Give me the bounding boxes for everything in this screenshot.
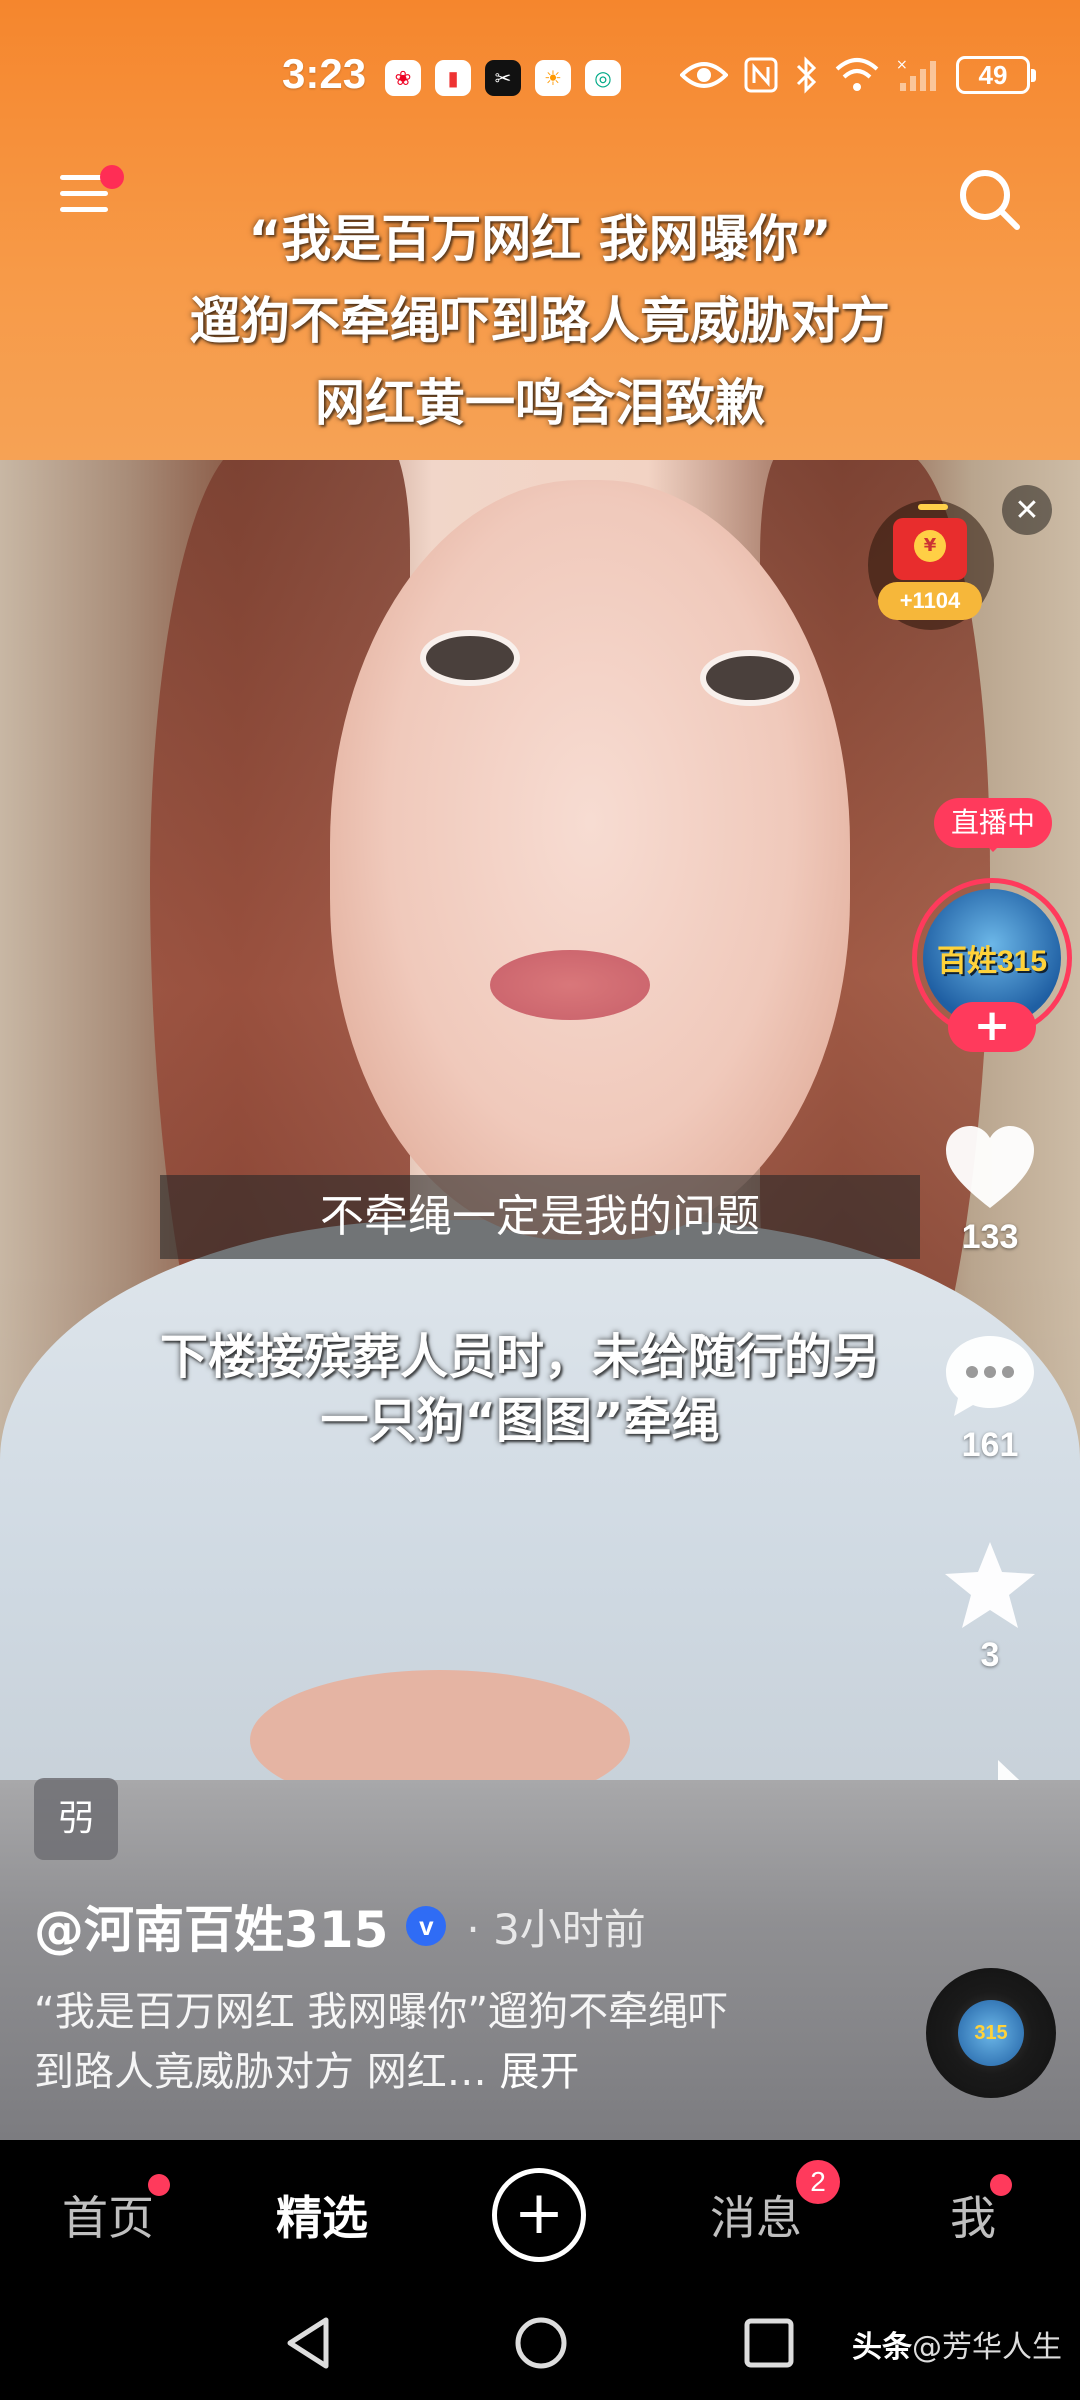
create-post-button[interactable]: + bbox=[492, 2168, 586, 2262]
nfc-icon bbox=[744, 57, 778, 93]
headline: “我是百万网红 我网曝你” 遛狗不牵绳吓到路人竟威胁对方 网红黄一鸣含泪致歉 bbox=[0, 198, 1080, 444]
expand-link[interactable]: 展开 bbox=[499, 2049, 579, 2095]
reward-progress-arc bbox=[918, 504, 948, 510]
description-text: “我是百万网红 我网曝你”遛狗不牵绳吓到路人竟威胁对方 网红… bbox=[34, 1989, 729, 2095]
back-icon[interactable] bbox=[284, 2316, 334, 2370]
tab-featured[interactable]: 精选 bbox=[276, 2182, 368, 2248]
headline-line: “我是百万网红 我网曝你” bbox=[248, 210, 832, 268]
video-description[interactable]: “我是百万网红 我网曝你”遛狗不牵绳吓到路人竟威胁对方 网红… 展开 bbox=[34, 1982, 754, 2102]
comment-icon bbox=[946, 1336, 1034, 1416]
video-figure-eye bbox=[420, 630, 520, 686]
bluetooth-icon bbox=[796, 56, 817, 94]
reward-amount: +1104 bbox=[878, 582, 982, 620]
eye-icon bbox=[680, 62, 728, 88]
comment-count: 161 bbox=[961, 1426, 1019, 1464]
system-icons: × 49 bbox=[680, 56, 1036, 94]
home-circle-icon[interactable] bbox=[514, 2316, 568, 2370]
video-subtitle: 不牵绳一定是我的问题 bbox=[160, 1175, 920, 1259]
author-name[interactable]: @河南百姓315 bbox=[34, 1890, 388, 1962]
menu-line bbox=[60, 191, 108, 196]
messages-badge: 2 bbox=[796, 2160, 840, 2204]
follow-button[interactable]: + bbox=[948, 1002, 1036, 1052]
heart-icon bbox=[946, 1126, 1034, 1208]
paint-icon: ▮ bbox=[435, 60, 471, 96]
caption-line: 一只狗“图图”牵绳 bbox=[320, 1393, 720, 1449]
comment-button[interactable]: 161 bbox=[930, 1332, 1050, 1465]
content-tag[interactable]: 弜 bbox=[34, 1778, 118, 1860]
like-count: 133 bbox=[961, 1218, 1019, 1256]
close-red-packet-button[interactable]: ✕ bbox=[1002, 485, 1052, 535]
star-icon bbox=[945, 1542, 1035, 1628]
headline-line: 网红黄一鸣含泪致歉 bbox=[315, 374, 765, 432]
china-mobile-icon: ◎ bbox=[585, 60, 621, 96]
coin-icon: ¥ bbox=[914, 530, 946, 562]
video-player[interactable] bbox=[0, 460, 1080, 1780]
svg-text:×: × bbox=[896, 57, 908, 73]
huawei-icon: ❀ bbox=[385, 60, 421, 96]
video-figure-eye bbox=[700, 650, 800, 706]
status-time: 3:23 bbox=[282, 50, 367, 97]
favorite-count: 3 bbox=[980, 1636, 1000, 1674]
caption-line: 下楼接殡葬人员时，未给随行的另 bbox=[159, 1329, 880, 1385]
wifi-icon bbox=[835, 58, 879, 91]
author-line: @河南百姓315 v · 3小时前 bbox=[34, 1890, 646, 1962]
favorite-button[interactable]: 3 bbox=[930, 1540, 1050, 1675]
notification-icons: ❀ ▮ ✂ ☀ ◎ bbox=[385, 60, 621, 96]
watermark-brand: 头条 bbox=[852, 2330, 912, 2365]
like-button[interactable]: 133 bbox=[930, 1124, 1050, 1257]
music-disc-logo: 315 bbox=[958, 2000, 1024, 2066]
home-notification-dot bbox=[148, 2174, 170, 2196]
source-watermark: 头条@芳华人生 bbox=[852, 2322, 1062, 2366]
watermark-author: @芳华人生 bbox=[912, 2330, 1062, 2365]
recents-square-icon[interactable] bbox=[744, 2318, 794, 2368]
signal-icon: × bbox=[896, 57, 936, 91]
status-bar: 3:23 ❀ ▮ ✂ ☀ ◎ × 49 bbox=[0, 50, 1080, 110]
music-disc[interactable]: 315 bbox=[926, 1968, 1056, 2098]
battery-indicator: 49 bbox=[956, 56, 1036, 94]
red-packet-reward[interactable]: ¥ +1104 bbox=[868, 500, 994, 630]
tab-messages[interactable]: 消息 bbox=[710, 2182, 802, 2248]
live-badge[interactable]: 直播中 bbox=[934, 798, 1052, 852]
capcut-icon: ✂ bbox=[485, 60, 521, 96]
video-caption: 下楼接殡葬人员时，未给随行的另 一只狗“图图”牵绳 bbox=[100, 1325, 940, 1453]
post-time: · 3小时前 bbox=[466, 1904, 646, 1954]
video-figure-mouth bbox=[490, 950, 650, 1020]
verified-badge-icon: v bbox=[406, 1906, 447, 1946]
tab-me[interactable]: 我 bbox=[950, 2182, 996, 2248]
weather-icon: ☀ bbox=[535, 60, 571, 96]
video-figure-face bbox=[330, 480, 850, 1240]
menu-notification-dot bbox=[100, 165, 124, 189]
tab-home[interactable]: 首页 bbox=[62, 2182, 154, 2248]
me-notification-dot bbox=[990, 2174, 1012, 2196]
headline-line: 遛狗不牵绳吓到路人竟威胁对方 bbox=[190, 292, 890, 350]
